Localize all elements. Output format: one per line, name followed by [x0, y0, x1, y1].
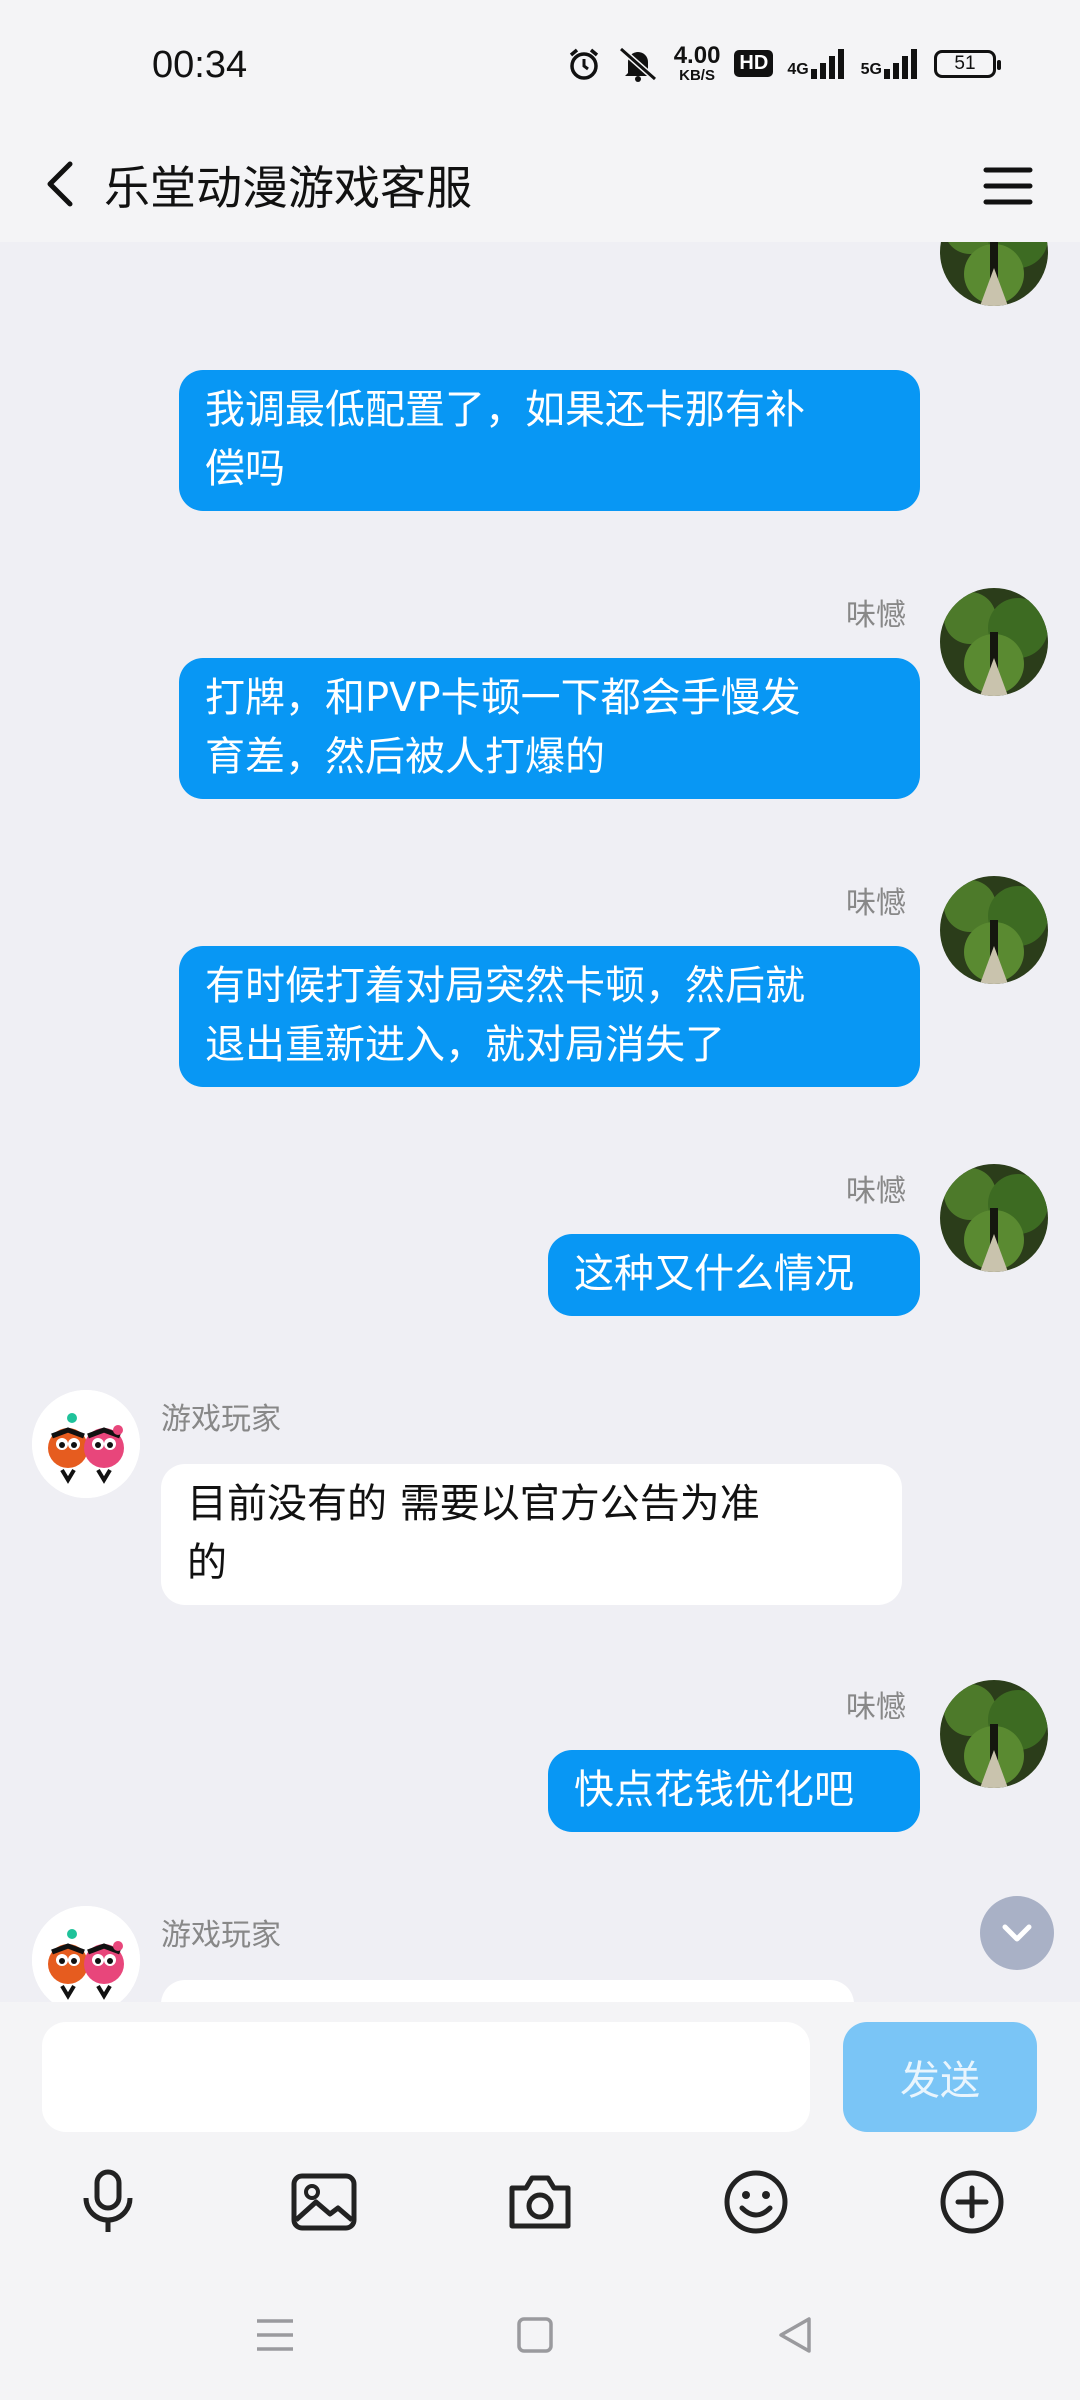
avatar-photo [940, 588, 1048, 696]
home-square-icon [517, 2317, 553, 2353]
nav-back-button[interactable] [760, 2300, 830, 2370]
chat-title: 乐堂动漫游戏客服 [104, 161, 472, 215]
sim1-label: 4G [787, 60, 809, 78]
signal-bars-icon [810, 48, 844, 79]
back-triangle-icon [779, 2317, 811, 2353]
message-text-line: 目前没有的 需要以官方公告为准 [187, 1481, 760, 1527]
message-text-line: 我调最低配置了，如果还卡那有补 [205, 387, 805, 433]
more-button[interactable] [932, 2162, 1012, 2242]
camera-button[interactable] [500, 2162, 580, 2242]
message-text-line: 这种又什么情况 [574, 1251, 854, 1297]
message-text-line: 偿吗 [205, 446, 285, 492]
nav-recents-button[interactable] [240, 2300, 310, 2370]
sender-name: 味憾 [846, 598, 906, 633]
gallery-button[interactable] [284, 2162, 364, 2242]
cartoon-bird-avatar [32, 1390, 140, 1498]
chat-screen: 00:34 4.00 KB/S HD 4G 5G 51 乐堂动漫游戏客服 我调最… [0, 0, 1080, 2400]
message-text-line: 有时候打着对局突然卡顿，然后就 [205, 963, 805, 1009]
menu-icon [257, 2319, 293, 2351]
sender-name: 游戏玩家 [161, 1402, 281, 1437]
message-text-line: 快点花钱优化吧 [574, 1767, 854, 1813]
send-button[interactable]: 发送 [843, 2022, 1037, 2132]
network-speed: 4.00 KB/S [673, 42, 721, 84]
user-avatar[interactable] [940, 876, 1048, 984]
user-avatar[interactable] [940, 588, 1048, 696]
message-bubble-outgoing[interactable]: 快点花钱优化吧 [548, 1750, 920, 1832]
hd-icon: HD [734, 50, 774, 77]
chevron-down-icon [1002, 1924, 1032, 1942]
menu-button[interactable] [970, 148, 1046, 224]
camera-icon [509, 2175, 571, 2229]
message-bubble-outgoing[interactable]: 有时候打着对局突然卡顿，然后就 退出重新进入，就对局消失了 [179, 946, 920, 1087]
message-bubble-outgoing[interactable]: 我调最低配置了，如果还卡那有补 偿吗 [179, 370, 920, 511]
emoji-icon [724, 2170, 788, 2234]
sender-name: 游戏玩家 [161, 1918, 281, 1953]
avatar-photo [940, 1164, 1048, 1272]
nav-home-button[interactable] [500, 2300, 570, 2370]
alarm-icon [569, 48, 598, 80]
cartoon-bird-avatar [32, 1906, 140, 2002]
emoji-button[interactable] [716, 2162, 796, 2242]
network-speed-unit: KB/S [679, 67, 715, 84]
contact-avatar[interactable] [32, 1906, 140, 2002]
plus-icon [940, 2170, 1004, 2234]
user-avatar[interactable] [940, 1164, 1048, 1272]
battery-icon: 51 [934, 49, 1001, 78]
sim1-signal-icon: 4G [787, 48, 846, 79]
contact-avatar[interactable] [32, 1390, 140, 1498]
battery-level: 51 [954, 52, 976, 74]
status-time: 00:34 [152, 44, 248, 86]
sim2-label: 5G [860, 60, 882, 78]
message-text-line: 育差，然后被人打爆的 [205, 734, 605, 780]
image-icon [291, 2173, 357, 2231]
message-bubble-outgoing[interactable]: 打牌，和PVP卡顿一下都会手慢发 育差，然后被人打爆的 [179, 658, 920, 799]
sender-name: 味憾 [846, 1690, 906, 1725]
avatar-photo [940, 876, 1048, 984]
sender-name: 味憾 [846, 1174, 906, 1209]
sim2-signal-icon: 5G [860, 48, 920, 79]
avatar-photo [940, 1680, 1048, 1788]
message-bubble-incoming[interactable]: 目前没有的 需要以官方公告为准 的 [161, 1464, 902, 1605]
sender-name: 味憾 [846, 886, 906, 921]
chat-header: 乐堂动漫游戏客服 [0, 130, 1080, 242]
message-text-line: 打牌，和PVP卡顿一下都会手慢发 [205, 675, 801, 721]
message-bubble-incoming[interactable] [161, 1980, 854, 2002]
user-avatar[interactable] [940, 242, 1048, 306]
status-icons: 4.00 KB/S HD 4G 5G 51 [566, 42, 1001, 84]
voice-button[interactable] [68, 2162, 148, 2242]
chevron-left-icon [47, 161, 73, 207]
signal-bars-icon [884, 48, 917, 79]
message-list[interactable]: 我调最低配置了，如果还卡那有补 偿吗 味憾 打牌，和PVP卡顿一下都会手慢发 育… [0, 242, 1080, 2002]
microphone-icon [83, 2169, 133, 2232]
message-bubble-outgoing[interactable]: 这种又什么情况 [548, 1234, 920, 1316]
avatar-photo [940, 242, 1048, 306]
mute-bell-icon [618, 46, 657, 82]
back-button[interactable] [26, 144, 106, 224]
message-text-line: 退出重新进入，就对局消失了 [205, 1022, 725, 1068]
hamburger-menu-icon [983, 167, 1033, 205]
status-bar: 00:34 4.00 KB/S HD 4G 5G 51 [0, 0, 1080, 130]
message-input[interactable] [42, 2022, 810, 2132]
message-text-line: 的 [187, 1540, 227, 1586]
user-avatar[interactable] [940, 1680, 1048, 1788]
network-speed-value: 4.00 [673, 42, 721, 69]
scroll-to-bottom-button[interactable] [980, 1896, 1054, 1970]
